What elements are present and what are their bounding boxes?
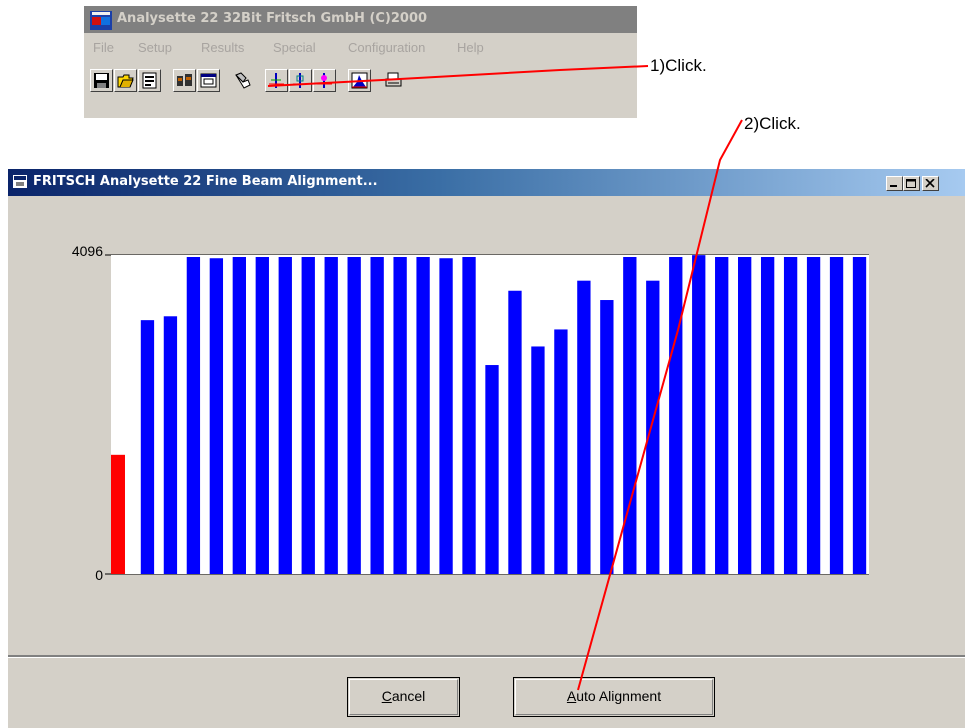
annotation-line-step2 xyxy=(577,119,743,691)
annotation-step2-label: 2)Click. xyxy=(744,114,801,133)
annotation-line-step1 xyxy=(267,65,649,87)
annotation-step1-label: 1)Click. xyxy=(650,56,707,75)
annotation-overlay xyxy=(267,65,743,691)
